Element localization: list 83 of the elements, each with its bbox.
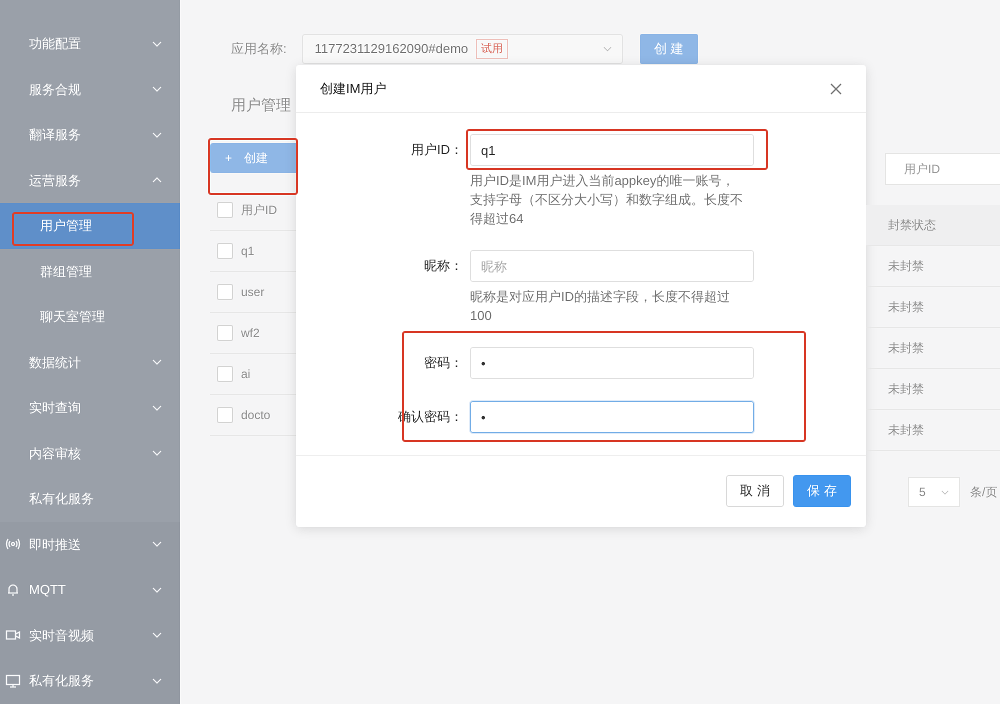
input-field[interactable]: q1 [470, 134, 754, 166]
sidebar-item[interactable]: 实时音视频 [0, 612, 180, 658]
sidebar-item[interactable]: 实时查询 [0, 385, 180, 430]
sidebar-item[interactable]: 内容审核 [0, 430, 180, 476]
chevron-down-icon [152, 632, 162, 638]
sidebar-label: 运营服务 [29, 172, 82, 190]
sidebar-label: 功能配置 [29, 35, 82, 53]
sidebar-subitem[interactable]: 聊天室管理 [0, 294, 180, 340]
table-cell-text: 未封禁 [888, 381, 924, 398]
chevron-up-icon [152, 177, 162, 184]
table-cell-text: user [241, 284, 264, 301]
dialog-title: 创建IM用户 [320, 80, 386, 98]
field-label: 密码： [424, 354, 463, 372]
chevron-down-icon [152, 541, 162, 548]
field-label: 用户ID： [411, 141, 463, 159]
app-name-label: 应用名称: [231, 40, 288, 58]
app-name-value: 1177231129162090#demo [314, 40, 468, 58]
table-cell-text: 未封禁 [888, 299, 924, 316]
column-header: 封禁状态 [888, 217, 936, 234]
sidebar-item[interactable]: 私有化服务 [0, 476, 180, 522]
sidebar-label: 翻译服务 [29, 126, 82, 144]
cancel-button[interactable]: 取 消 [726, 474, 784, 506]
sidebar-label: MQTT [29, 581, 67, 599]
close-icon[interactable] [830, 82, 842, 94]
trial-tag: 试用 [476, 39, 508, 59]
sidebar-item[interactable]: 数据统计 [0, 340, 180, 385]
chevron-down-icon [152, 678, 162, 684]
sidebar-item[interactable]: 即时推送 [0, 522, 180, 567]
input-field[interactable]: • [470, 401, 754, 433]
input-field[interactable]: 昵称 [470, 250, 754, 282]
sidebar-item[interactable]: 私有化服务 [0, 658, 180, 704]
sidebar-subitem[interactable]: 群组管理 [0, 248, 180, 294]
table-cell-text: 未封禁 [888, 258, 924, 275]
page-size-unit: 条/页 [970, 484, 998, 501]
sidebar-item[interactable]: 运营服务 [0, 158, 180, 203]
row-checkbox[interactable] [217, 366, 233, 382]
table-cell-text: wf2 [241, 325, 260, 342]
sidebar-label: 私有化服务 [29, 490, 95, 508]
row-checkbox[interactable] [217, 202, 233, 218]
sidebar-item[interactable]: 功能配置 [0, 21, 180, 66]
field-label: 昵称： [424, 257, 463, 275]
row-checkbox[interactable] [217, 284, 233, 300]
sidebar-subitem[interactable]: 用户管理 [0, 203, 180, 248]
sidebar-label: 数据统计 [29, 354, 82, 372]
page-title: 用户管理 [230, 96, 292, 116]
sidebar-label: 私有化服务 [29, 672, 95, 690]
column-header: 用户ID [241, 202, 277, 219]
table-cell-text: ai [241, 366, 250, 383]
page-size-select[interactable]: 5 [908, 477, 960, 507]
chevron-down-icon [152, 359, 162, 366]
app-select[interactable]: 1177231129162090#demo 试用 [302, 34, 623, 64]
field-hint: 用户ID是IM用户进入当前appkey的唯一账号，支持字母（不区分大小写）和数字组成。长度不得超过64 [470, 172, 744, 228]
create-user-button[interactable]: + 创建 [210, 143, 296, 173]
chevron-down-icon [152, 586, 162, 593]
sidebar-label: 内容审核 [29, 444, 82, 462]
chevron-down-icon [602, 46, 612, 52]
monitor-icon [5, 672, 21, 689]
bell-icon [5, 582, 21, 598]
sidebar-item[interactable]: 服务合规 [0, 66, 180, 112]
row-checkbox[interactable] [217, 325, 233, 341]
sidebar-label: 实时查询 [29, 399, 82, 417]
table-cell-text: 未封禁 [888, 422, 924, 439]
field-hint: 昵称是对应用户ID的描述字段，长度不得超过100 [470, 288, 731, 325]
sidebar-label: 实时音视频 [29, 626, 95, 644]
chevron-down-icon [152, 86, 162, 92]
row-checkbox[interactable] [217, 407, 233, 423]
chevron-down-icon [941, 490, 949, 494]
sidebar-item[interactable]: MQTT [0, 567, 180, 612]
chevron-down-icon [152, 132, 162, 138]
chevron-down-icon [152, 450, 162, 456]
chevron-down-icon [152, 404, 162, 411]
chevron-down-icon [152, 40, 162, 47]
sidebar-label: 即时推送 [29, 536, 82, 554]
input-field[interactable]: • [470, 347, 754, 379]
sidebar-label: 服务合规 [29, 80, 82, 98]
row-checkbox[interactable] [217, 243, 233, 259]
table-cell-text: docto [241, 407, 270, 424]
table-cell-text: q1 [241, 243, 254, 260]
table-cell-text: 未封禁 [888, 340, 924, 357]
sidebar-item[interactable]: 翻译服务 [0, 112, 180, 158]
create-app-button[interactable]: 创 建 [640, 34, 698, 64]
save-button[interactable]: 保 存 [793, 474, 851, 506]
search-field[interactable]: 用户ID [885, 153, 1000, 185]
